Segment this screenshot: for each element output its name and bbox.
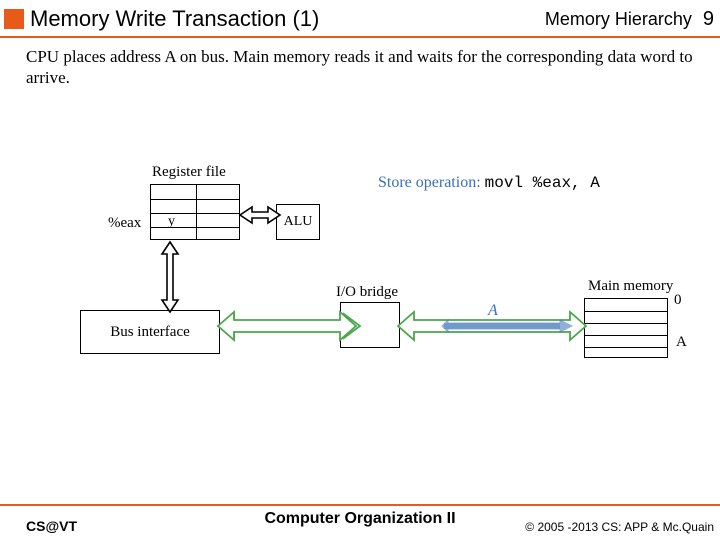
store-op-prefix: Store operation: — [378, 174, 481, 191]
footer-rule — [0, 504, 720, 506]
eax-label: %eax — [108, 215, 141, 232]
main-memory-box — [584, 298, 668, 358]
regfile-alu-arrow — [240, 207, 280, 223]
section-label: Memory Hierarchy — [545, 9, 692, 29]
system-bus-arrow — [218, 314, 360, 338]
accent-square — [4, 9, 24, 29]
regfile-bus-arrow — [162, 242, 178, 312]
register-file-box — [150, 184, 240, 240]
bus-address-label: A — [488, 302, 498, 320]
io-bridge-box — [340, 302, 400, 348]
mm-index-zero: 0 — [674, 292, 682, 309]
page-number: 9 — [703, 8, 714, 30]
alu-label: ALU — [284, 214, 313, 230]
header-rule — [0, 36, 720, 38]
bus-interface-label: Bus interface — [110, 324, 190, 341]
bus-data-arrow — [442, 320, 572, 332]
alu-box: ALU — [276, 204, 320, 240]
register-file-label: Register file — [152, 164, 226, 181]
register-value: y — [168, 214, 175, 230]
mm-index-a: A — [676, 334, 687, 351]
slide-description: CPU places address A on bus. Main memory… — [26, 46, 700, 89]
memory-bus-arrow — [398, 312, 586, 340]
system-bus-arrow-2 — [218, 312, 356, 340]
footer-right: © 2005 -2013 CS: APP & Mc.Quain — [525, 520, 714, 534]
main-memory-label: Main memory — [588, 278, 673, 295]
bus-interface-box: Bus interface — [80, 310, 220, 354]
slide-title: Memory Write Transaction (1) — [30, 6, 319, 32]
io-bridge-label: I/O bridge — [336, 284, 398, 301]
store-op-code: movl %eax, A — [485, 174, 600, 192]
store-operation: Store operation: movl %eax, A — [378, 174, 600, 192]
